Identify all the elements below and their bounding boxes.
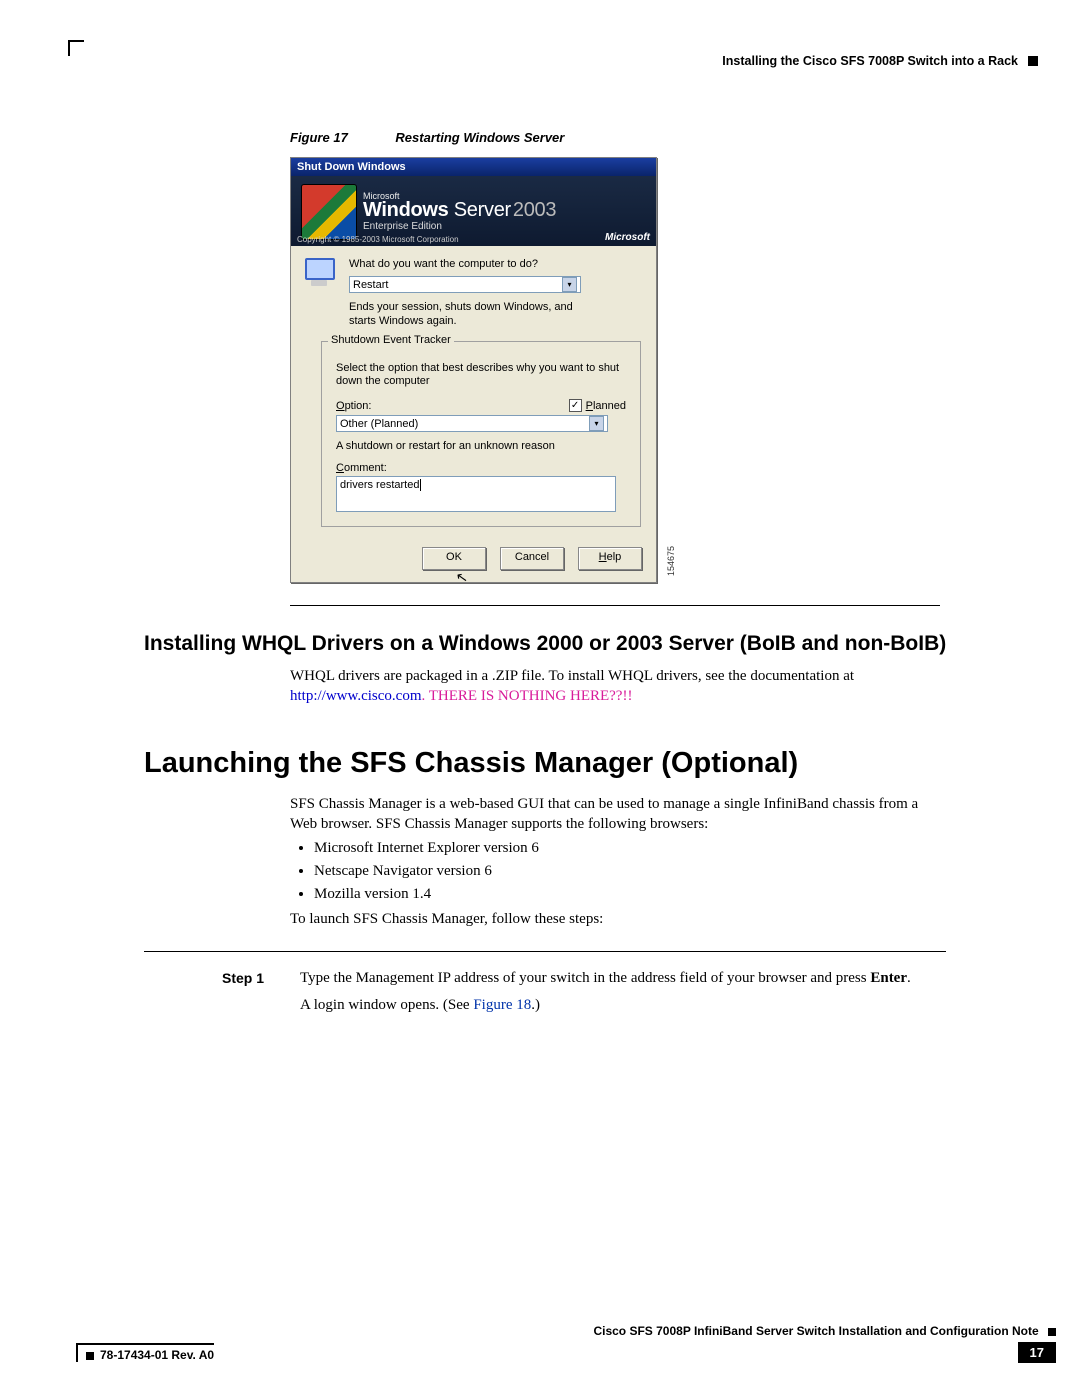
whql-note: THERE IS NOTHING HERE??!!: [429, 688, 633, 704]
cisco-link[interactable]: http://www.cisco.com: [290, 688, 422, 704]
horizontal-rule: [290, 605, 940, 606]
browser-list: Microsoft Internet Explorer version 6 Ne…: [314, 840, 946, 903]
steps-block: Step 1 Type the Management IP address of…: [144, 951, 946, 1014]
dialog-question: What do you want the computer to do?: [349, 258, 642, 270]
footer-square-icon: [86, 1352, 94, 1360]
comment-label: Comment:Comment:: [336, 462, 626, 474]
dialog-body: What do you want the computer to do? Res…: [291, 246, 656, 541]
sfs-heading: Launching the SFS Chassis Manager (Optio…: [144, 747, 1010, 780]
event-tracker-hint: Select the option that best describes wh…: [336, 362, 626, 390]
brand-server: Server: [454, 199, 511, 221]
whql-text-pre: WHQL drivers are packaged in a .ZIP file…: [290, 668, 854, 684]
action-select[interactable]: Restart ▾: [349, 276, 581, 293]
step1-line2-post: .): [531, 997, 540, 1013]
action-select-value: Restart: [353, 279, 388, 291]
footer-rev: 78-17434-01 Rev. A0: [100, 1348, 214, 1362]
footer-doc-name: Cisco SFS 7008P InfiniBand Server Switch…: [593, 1324, 1038, 1338]
whql-paragraph: WHQL drivers are packaged in a .ZIP file…: [290, 666, 946, 707]
ok-button[interactable]: OK: [422, 547, 486, 570]
figure-title: Restarting Windows Server: [395, 130, 564, 145]
running-header-text: Installing the Cisco SFS 7008P Switch in…: [722, 54, 1018, 68]
footer-square-icon: [1048, 1328, 1056, 1336]
running-header: Installing the Cisco SFS 7008P Switch in…: [722, 54, 1038, 68]
figure-label: Figure 17: [290, 130, 348, 145]
figure-ref-link[interactable]: Figure 18: [473, 997, 531, 1013]
step1-line2-pre: A login window opens. (See: [300, 997, 473, 1013]
chevron-down-icon: ▾: [589, 416, 604, 431]
monitor-icon: [303, 256, 337, 286]
list-item: Mozilla version 1.4: [314, 886, 946, 903]
brand-edition: Enterprise Edition: [363, 221, 556, 232]
action-description: Ends your session, shuts down Windows, a…: [349, 301, 589, 329]
checkbox-checked-icon: ✓: [569, 399, 582, 412]
sfs-intro: SFS Chassis Manager is a web-based GUI t…: [290, 794, 946, 835]
list-item: Netscape Navigator version 6: [314, 863, 946, 880]
event-tracker-group: Shutdown Event Tracker Select the option…: [321, 341, 641, 528]
list-item: Microsoft Internet Explorer version 6: [314, 840, 946, 857]
figure-caption: Figure 17 Restarting Windows Server: [290, 130, 1010, 145]
dialog-buttons: OK Cancel HelpHelp: [291, 541, 656, 582]
whql-dot: .: [422, 688, 429, 704]
step-label: Step 1: [222, 970, 278, 1014]
dialog-title: Shut Down Windows: [297, 161, 406, 173]
brand-copyright: Copyright © 1985-2003 Microsoft Corporat…: [297, 235, 459, 244]
dialog-titlebar: Shut Down Windows: [291, 158, 656, 176]
option-select-value: Other (Planned): [340, 418, 418, 430]
step-body: Type the Management IP address of your s…: [300, 970, 946, 1014]
chevron-down-icon: ▾: [562, 277, 577, 292]
planned-checkbox[interactable]: ✓ PlannedPlanned: [569, 399, 626, 412]
option-label: OOption:ption:: [336, 400, 371, 412]
sfs-launch-line: To launch SFS Chassis Manager, follow th…: [290, 909, 946, 929]
crop-mark: [68, 40, 84, 56]
step1-enter: Enter: [870, 970, 907, 986]
whql-heading: Installing WHQL Drivers on a Windows 200…: [144, 632, 1010, 656]
reason-description: A shutdown or restart for an unknown rea…: [336, 440, 626, 452]
step1-post: .: [907, 970, 911, 986]
brand-ms-italic: Microsoft: [605, 232, 650, 243]
figure-id: 154675: [666, 546, 676, 576]
comment-input[interactable]: drivers restarted: [336, 476, 616, 512]
step1-pre: Type the Management IP address of your s…: [300, 970, 870, 986]
event-tracker-legend: Shutdown Event Tracker: [328, 334, 454, 346]
windows-flag-icon: [301, 184, 357, 240]
cancel-button[interactable]: Cancel: [500, 547, 564, 570]
page-footer: Cisco SFS 7008P InfiniBand Server Switch…: [76, 1324, 1056, 1363]
brand-windows: Windows: [363, 199, 449, 221]
header-square-icon: [1028, 56, 1038, 66]
brand-year: 2003: [513, 199, 556, 221]
shutdown-dialog: Shut Down Windows Microsoft Windows Serv…: [290, 157, 657, 583]
dialog-banner: Microsoft Windows Server2003 Enterprise …: [291, 176, 656, 246]
comment-value: drivers restarted: [340, 479, 419, 491]
help-button[interactable]: HelpHelp: [578, 547, 642, 570]
option-select[interactable]: Other (Planned) ▾: [336, 415, 608, 432]
page-number: 17: [1018, 1342, 1056, 1363]
